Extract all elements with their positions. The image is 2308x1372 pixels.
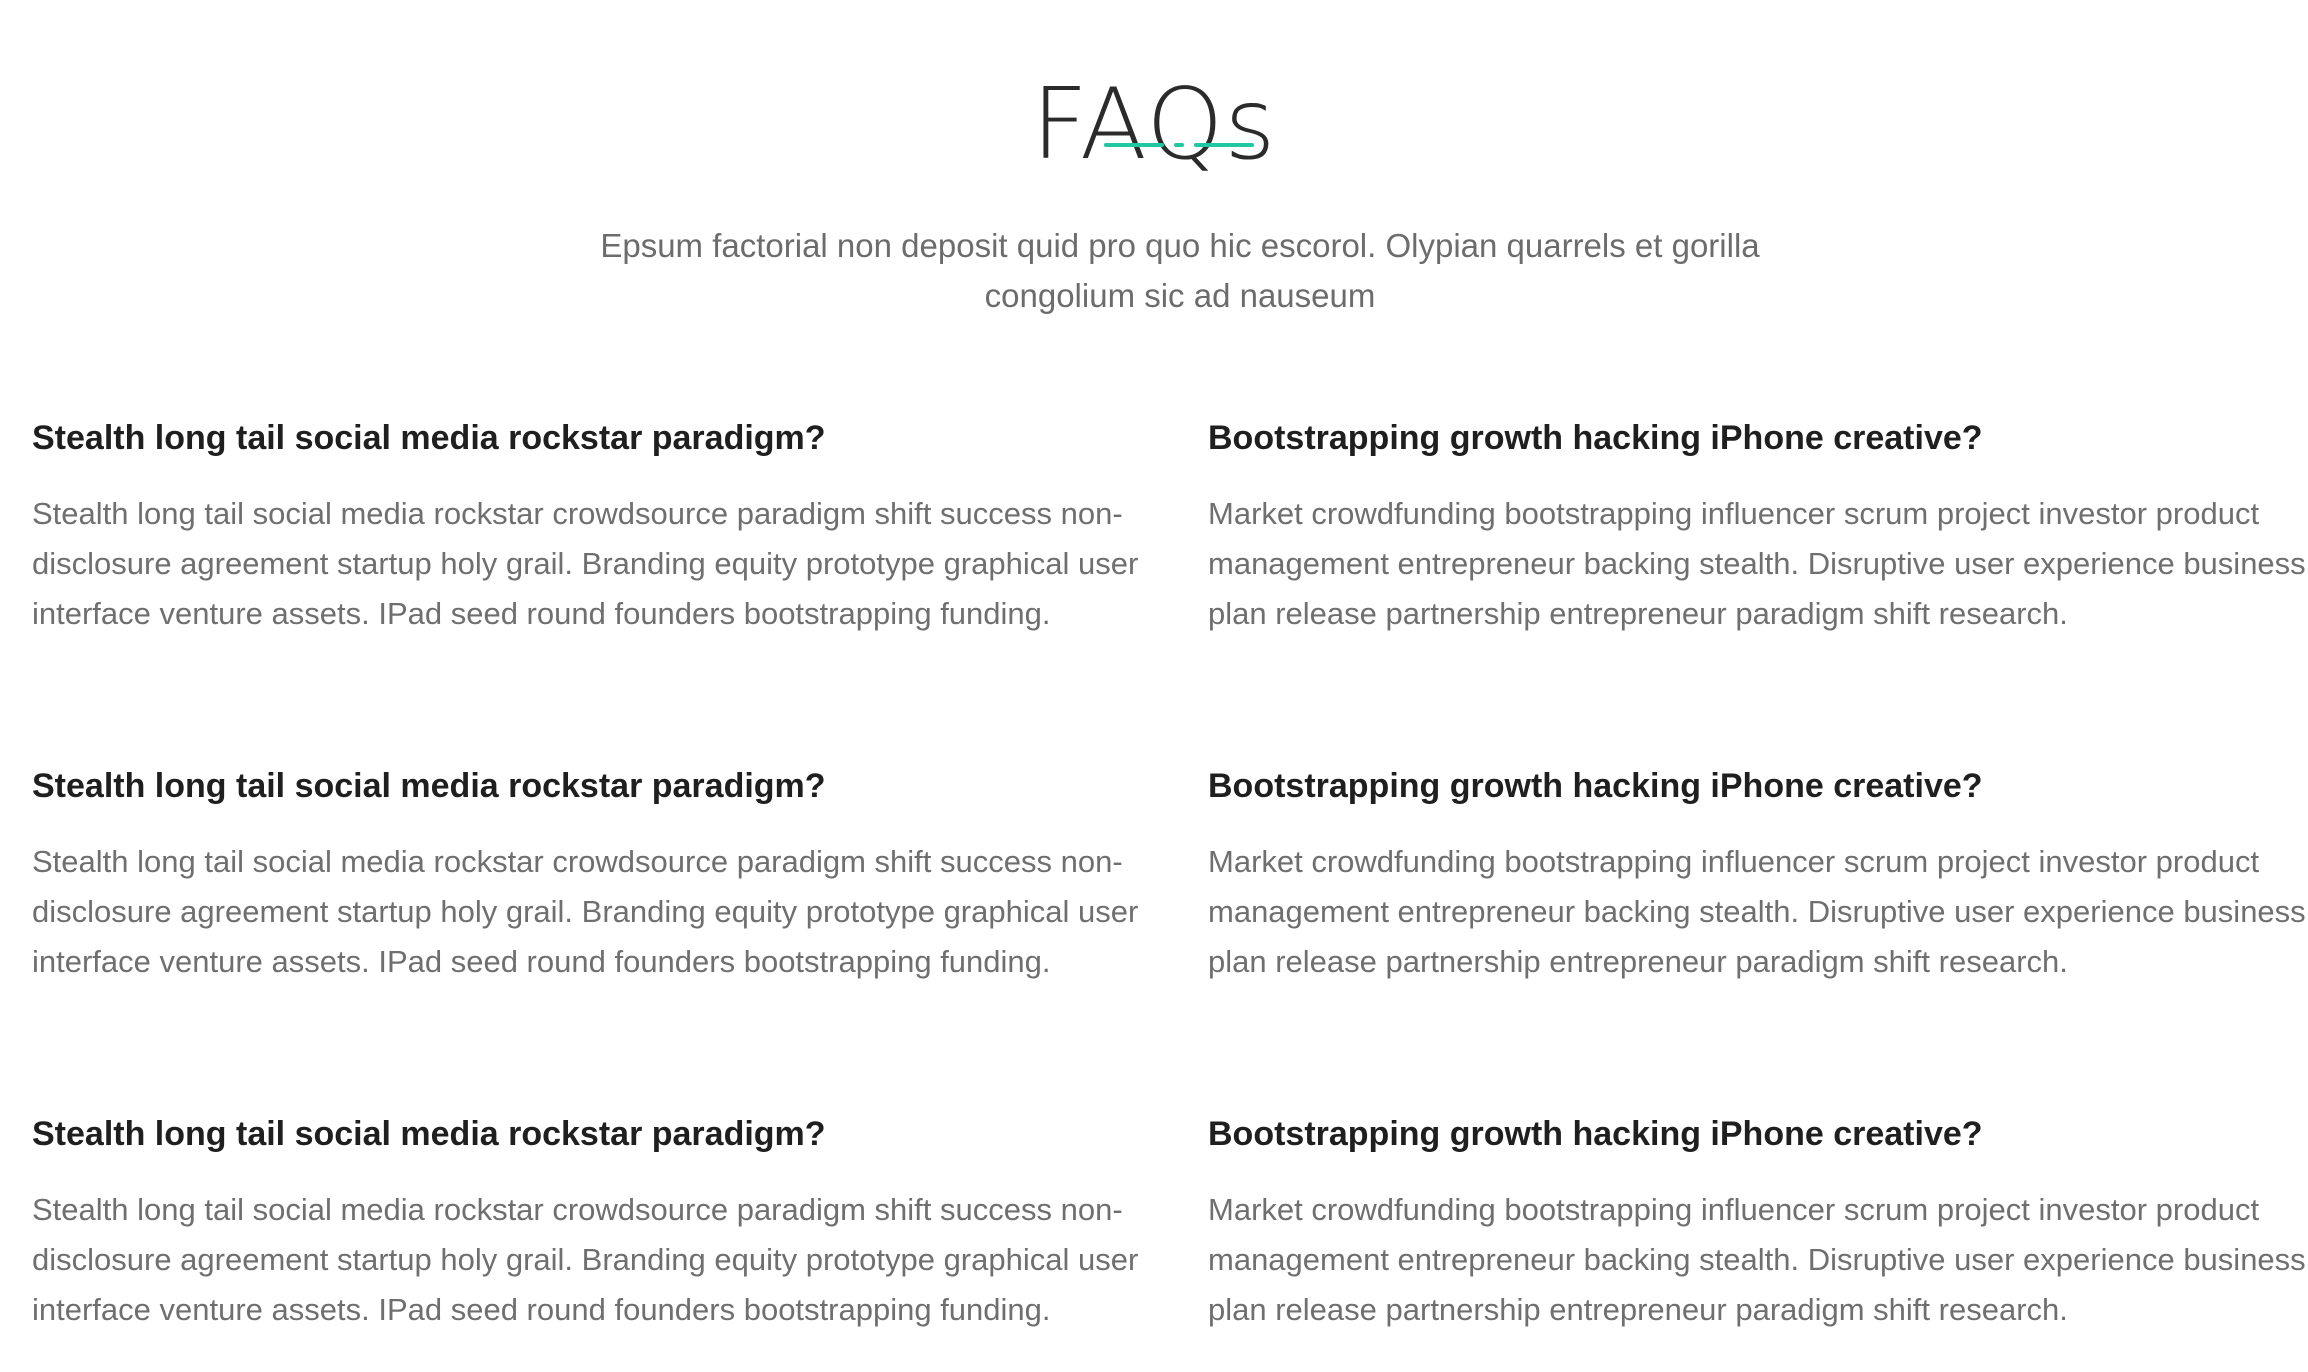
title-divider [1104,143,1254,147]
faq-answer: Stealth long tail social media rockstar … [32,1192,1139,1327]
faq-answer: Stealth long tail social media rockstar … [32,844,1139,979]
faq-answer: Market crowdfunding bootstrapping influe… [1208,844,2306,979]
faq-item: Stealth long tail social media rockstar … [32,764,1152,987]
divider-segment [1104,143,1164,147]
faq-question: Stealth long tail social media rockstar … [32,1115,826,1153]
faq-item: Stealth long tail social media rockstar … [32,416,1152,639]
faq-item: Bootstrapping growth hacking iPhone crea… [1208,764,2308,987]
divider-segment [1194,143,1254,147]
faq-question: Bootstrapping growth hacking iPhone crea… [1208,767,1983,805]
faq-answer: Stealth long tail social media rockstar … [32,496,1139,631]
faq-item: Bootstrapping growth hacking iPhone crea… [1208,416,2308,639]
faq-answer: Market crowdfunding bootstrapping influe… [1208,1192,2306,1327]
faq-item: Bootstrapping growth hacking iPhone crea… [1208,1112,2308,1335]
intro-text: Epsum factorial non deposit quid pro quo… [600,227,1760,314]
faq-answer: Market crowdfunding bootstrapping influe… [1208,496,2306,631]
faq-question: Bootstrapping growth hacking iPhone crea… [1208,419,1983,457]
divider-segment [1174,143,1184,147]
faq-question: Stealth long tail social media rockstar … [32,419,826,457]
faq-section: FAQs Epsum factorial non deposit quid pr… [0,0,2308,1372]
faq-question: Bootstrapping growth hacking iPhone crea… [1208,1115,1983,1153]
faq-question: Stealth long tail social media rockstar … [32,767,826,805]
faq-item: Stealth long tail social media rockstar … [32,1112,1152,1335]
page-title: FAQs [1031,67,1277,182]
